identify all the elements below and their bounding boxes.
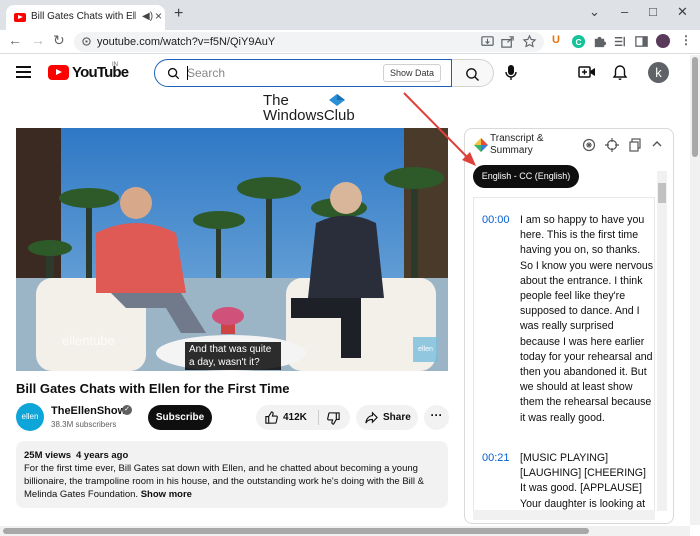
share-label: Share: [383, 412, 411, 423]
chevron-down-icon[interactable]: ⌄: [589, 4, 600, 20]
collapse-chevron-up-icon[interactable]: [651, 138, 663, 150]
like-divider: [318, 410, 319, 425]
youtube-logo[interactable]: YouTube IN: [48, 62, 129, 82]
description-body: For the first time ever, Bill Gates sat …: [24, 462, 440, 501]
ellen-corner-logo: ellen: [413, 337, 438, 362]
page-vertical-scrollbar[interactable]: [690, 55, 700, 525]
transcript-scrollbar[interactable]: [657, 171, 667, 511]
subscribe-button[interactable]: Subscribe: [148, 405, 212, 430]
search-icon: [466, 68, 479, 81]
transcript-extension-logo-icon: [474, 138, 488, 152]
verified-check-icon: ✓: [122, 405, 132, 415]
share-page-icon[interactable]: [500, 34, 515, 49]
copy-icon[interactable]: [628, 138, 642, 152]
description-box[interactable]: 25M views 4 years ago For the first time …: [16, 441, 448, 508]
browser-tab[interactable]: Bill Gates Chats with Ellen fo ◀) ×: [6, 5, 165, 30]
close-window-button[interactable]: ✕: [677, 4, 688, 20]
transcript-title: Transcript & Summary: [490, 133, 544, 157]
profile-avatar[interactable]: [656, 34, 670, 48]
transcript-panel: Transcript & Summary English - CC (Engli…: [464, 128, 674, 524]
view-count: 25M views: [24, 450, 71, 461]
notifications-bell-icon[interactable]: [612, 64, 628, 81]
grammarly-icon[interactable]: C: [571, 34, 586, 49]
url-text[interactable]: youtube.com/watch?v=f5N/QiY9AuY: [97, 36, 275, 48]
page-horizontal-scrollbar[interactable]: [0, 526, 690, 536]
play-logo-icon: [48, 65, 69, 80]
search-button[interactable]: [452, 59, 494, 87]
reading-list-icon[interactable]: [613, 34, 628, 49]
account-avatar[interactable]: k: [648, 62, 669, 83]
channel-avatar[interactable]: ellen: [16, 403, 44, 431]
show-data-button[interactable]: Show Data: [383, 64, 441, 82]
thumbs-up-icon[interactable]: [264, 410, 279, 425]
browser-menu-icon[interactable]: ⋮: [680, 33, 692, 47]
tab-title: Bill Gates Chats with Ellen fo: [31, 11, 136, 22]
transcript-title-line2: Summary: [490, 145, 533, 156]
ellentube-watermark: ellentube: [62, 333, 115, 348]
browser-toolbar: ← → ↻ youtube.com/watch?v=f5N/QiY9AuY U …: [0, 30, 700, 54]
like-dislike-group: 412K: [256, 405, 350, 430]
show-more-link[interactable]: Show more: [141, 489, 192, 500]
youtube-favicon-icon: [14, 13, 26, 22]
channel-name[interactable]: TheEllenShow: [51, 405, 126, 417]
watermark-line2: WindowsClub: [263, 107, 355, 124]
tune-icon[interactable]: [82, 37, 91, 46]
share-arrow-icon: [365, 411, 378, 424]
thumbs-down-icon[interactable]: [326, 411, 341, 426]
windows-logo-icon: [329, 94, 345, 106]
new-tab-button[interactable]: +: [174, 5, 183, 23]
svg-text:C: C: [575, 37, 581, 47]
chatgpt-icon[interactable]: [582, 138, 596, 152]
page-hscroll-thumb[interactable]: [3, 528, 589, 534]
youtube-wordmark: YouTube: [72, 64, 129, 81]
maximize-button[interactable]: □: [649, 4, 657, 19]
crosshair-icon[interactable]: [605, 138, 619, 152]
search-box[interactable]: Show Data: [154, 59, 452, 87]
menu-hamburger-icon[interactable]: [16, 66, 31, 78]
tab-close-icon[interactable]: ×: [155, 9, 162, 23]
speaker-icon[interactable]: ◀): [142, 11, 153, 22]
forward-button[interactable]: →: [31, 32, 45, 48]
share-button[interactable]: Share: [356, 405, 418, 430]
region-code: IN: [112, 62, 118, 68]
like-count[interactable]: 412K: [283, 412, 307, 423]
microphone-icon[interactable]: [504, 64, 518, 82]
transcript-list[interactable]: 00:00 I am so happy to have you here. Th…: [473, 197, 655, 517]
transcript-title-line1: Transcript &: [490, 133, 544, 144]
language-selector-button[interactable]: English - CC (English): [473, 165, 579, 188]
description-text: For the first time ever, Bill Gates sat …: [24, 463, 424, 500]
upload-age: 4 years ago: [76, 450, 129, 461]
video-caption: And that was quite a day, wasn't it?: [185, 342, 281, 370]
more-actions-button[interactable]: ···: [424, 405, 449, 430]
address-bar[interactable]: youtube.com/watch?v=f5N/QiY9AuY: [74, 32, 544, 52]
search-input[interactable]: [187, 64, 377, 82]
transcript-timestamp[interactable]: 00:00: [482, 214, 510, 226]
page-scroll-thumb[interactable]: [692, 57, 698, 157]
extension-u-icon[interactable]: U: [552, 34, 567, 49]
transcript-timestamp[interactable]: 00:21: [482, 452, 510, 464]
install-app-icon[interactable]: [480, 34, 495, 49]
caption-line2: a day, wasn't it?: [189, 357, 260, 368]
search-icon: [167, 67, 180, 80]
caption-line1: And that was quite: [189, 344, 272, 355]
bookmark-star-icon[interactable]: [522, 34, 537, 49]
create-video-icon[interactable]: [578, 64, 596, 80]
transcript-scroll-thumb[interactable]: [658, 183, 666, 203]
transcript-text: I am so happy to have you here. This is …: [520, 214, 654, 424]
extensions-puzzle-icon[interactable]: [592, 34, 607, 49]
back-button[interactable]: ←: [8, 32, 22, 48]
side-panel-icon[interactable]: [634, 34, 649, 49]
reload-button[interactable]: ↻: [53, 32, 65, 49]
subscriber-count: 38.3M subscribers: [51, 420, 117, 429]
minimize-button[interactable]: –: [621, 4, 628, 19]
description-meta: 25M views 4 years ago: [24, 449, 440, 462]
transcript-text: [MUSIC PLAYING] [LAUGHING] [CHEERING] It…: [520, 452, 646, 510]
video-title: Bill Gates Chats with Ellen for the Firs…: [16, 381, 290, 396]
transcript-horizontal-scrollbar[interactable]: [473, 510, 655, 520]
text-cursor: [187, 66, 188, 80]
browser-tab-strip: Bill Gates Chats with Ellen fo ◀) × + ⌄ …: [0, 0, 700, 30]
